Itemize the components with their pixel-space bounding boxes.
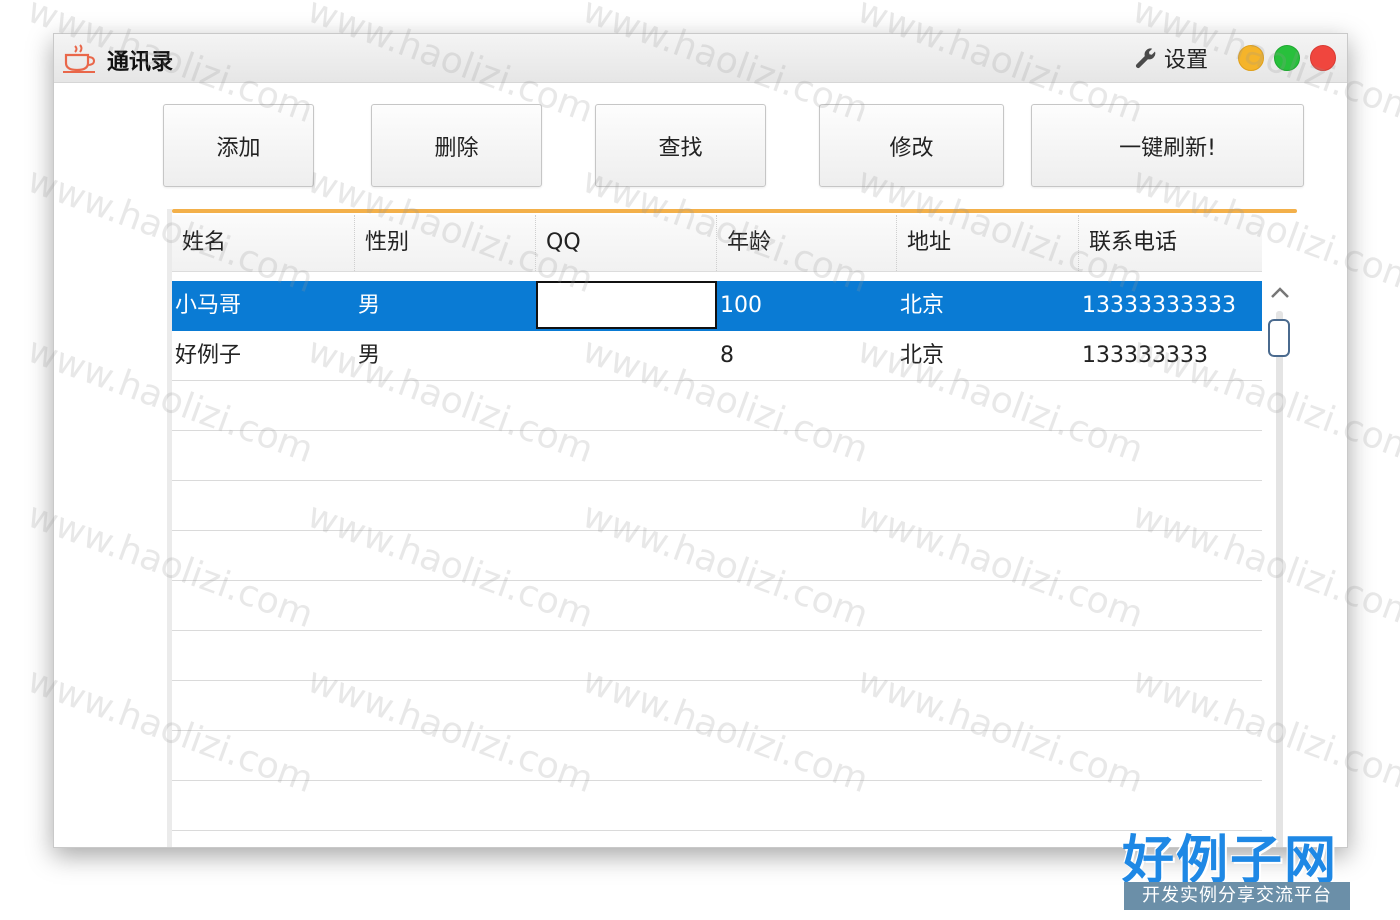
close-button[interactable] [1310, 45, 1336, 71]
vertical-scrollbar[interactable] [1265, 281, 1295, 847]
column-header-address[interactable]: 地址 [897, 215, 1079, 271]
delete-button[interactable]: 删除 [371, 104, 542, 187]
empty-table-row[interactable] [172, 481, 1262, 531]
scroll-thumb[interactable] [1268, 319, 1290, 357]
edit-button[interactable]: 修改 [819, 104, 1004, 187]
column-header-age[interactable]: 年龄 [717, 215, 897, 271]
cell-address[interactable]: 北京 [897, 281, 1079, 330]
empty-table-row[interactable] [172, 681, 1262, 731]
cell-gender[interactable]: 男 [355, 281, 536, 330]
cell-name[interactable]: 小马哥 [172, 281, 355, 330]
empty-table-row[interactable] [172, 631, 1262, 681]
minimize-button[interactable] [1238, 45, 1264, 71]
empty-table-row[interactable] [172, 581, 1262, 631]
cell-gender[interactable]: 男 [355, 331, 536, 380]
table-row[interactable]: 小马哥 男 100 北京 13333333333 [172, 281, 1262, 331]
cell-qq[interactable] [536, 331, 717, 380]
column-header-gender[interactable]: 性别 [355, 215, 536, 271]
column-header-name[interactable]: 姓名 [172, 215, 355, 271]
window-title: 通讯录 [107, 50, 174, 75]
cell-age[interactable]: 100 [717, 281, 897, 330]
cell-phone[interactable]: 13333333333 [1079, 281, 1262, 330]
wrench-icon [1135, 48, 1156, 69]
settings-label: 设置 [1164, 48, 1209, 73]
maximize-button[interactable] [1274, 45, 1300, 71]
refresh-button[interactable]: 一键刷新! [1031, 104, 1304, 187]
empty-table-row[interactable] [172, 531, 1262, 581]
scroll-track[interactable] [1276, 311, 1283, 847]
empty-table-row[interactable] [172, 431, 1262, 481]
add-button[interactable]: 添加 [163, 104, 314, 187]
table-header: 姓名 性别 QQ 年龄 地址 联系电话 [172, 215, 1262, 272]
brand-tagline: 开发实例分享交流平台 [1124, 882, 1350, 910]
settings-button[interactable]: 设置 [1134, 43, 1208, 73]
cell-name[interactable]: 好例子 [172, 331, 355, 380]
contacts-table: 姓名 性别 QQ 年龄 地址 联系电话 小马哥 男 100 北京 1333333… [167, 209, 1302, 847]
column-header-qq[interactable]: QQ [536, 215, 717, 271]
table-row[interactable]: 好例子 男 8 北京 133333333 [172, 331, 1262, 381]
focus-accent-line [172, 209, 1297, 213]
title-bar[interactable]: 通讯录 设置 [54, 34, 1347, 83]
find-button[interactable]: 查找 [595, 104, 766, 187]
cell-phone[interactable]: 133333333 [1079, 331, 1262, 380]
empty-table-row[interactable] [172, 731, 1262, 781]
empty-table-row[interactable] [172, 781, 1262, 831]
column-header-phone[interactable]: 联系电话 [1079, 215, 1262, 271]
cell-qq-editor[interactable] [536, 281, 717, 329]
app-window: 通讯录 设置 添加 删除 查找 修改 一键刷新! 姓名 性别 QQ 年龄 地址 … [53, 33, 1348, 848]
chevron-up-icon[interactable] [1268, 285, 1292, 301]
cell-age[interactable]: 8 [717, 331, 897, 380]
empty-table-row[interactable] [172, 381, 1262, 431]
cell-address[interactable]: 北京 [897, 331, 1079, 380]
coffee-cup-icon [63, 44, 96, 73]
